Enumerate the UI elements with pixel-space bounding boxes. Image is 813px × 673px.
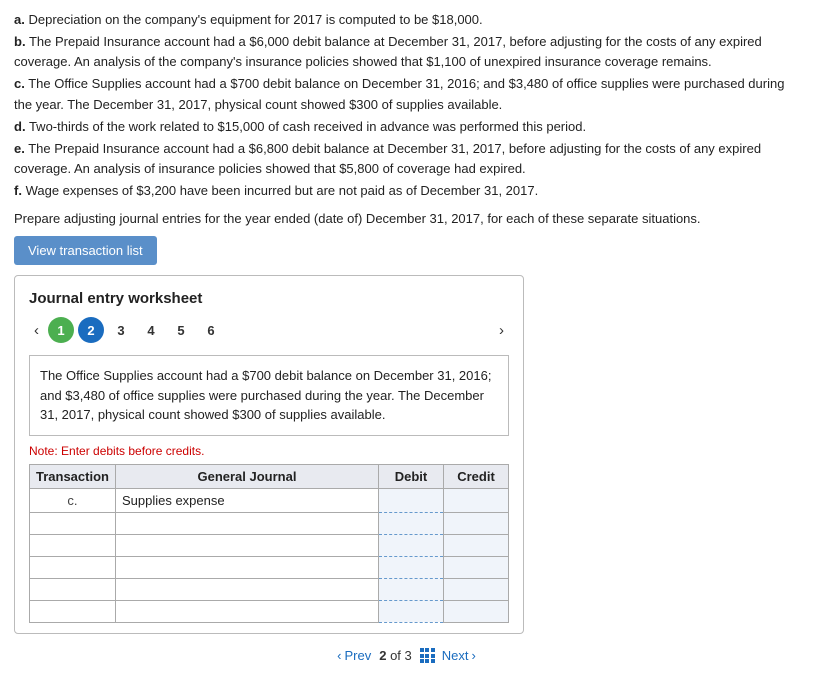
note-text: Note: Enter debits before credits. [29,444,509,458]
tab-row: ‹ 1 2 3 4 5 6 › [29,317,509,343]
tab-6-button[interactable]: 6 [198,317,224,343]
table-row [30,512,509,534]
cell-debit-3[interactable] [379,556,444,578]
journal-table: Transaction General Journal Debit Credit… [29,464,509,623]
intro-item-d: d. Two-thirds of the work related to $15… [14,117,799,137]
cell-credit-1[interactable] [444,512,509,534]
total-pages: 3 [405,648,412,663]
scenario-text: The Office Supplies account had a $700 d… [40,368,491,422]
table-row [30,534,509,556]
col-header-debit: Debit [379,464,444,488]
intro-label-f: f. [14,183,22,198]
intro-item-c: c. The Office Supplies account had a $70… [14,74,799,114]
intro-text-b: The Prepaid Insurance account had a $6,0… [14,34,762,69]
cell-transaction-5 [30,600,116,622]
cell-transaction-4 [30,578,116,600]
tab-prev-button[interactable]: ‹ [29,320,44,341]
cell-credit-4[interactable] [444,578,509,600]
intro-label-a: a. [14,12,25,27]
table-row [30,556,509,578]
cell-transaction-2 [30,534,116,556]
tab-4-button[interactable]: 4 [138,317,164,343]
col-header-general: General Journal [115,464,378,488]
intro-text-a: Depreciation on the company's equipment … [28,12,482,27]
intro-text-f: Wage expenses of $3,200 have been incurr… [26,183,539,198]
next-chevron-icon: › [472,648,476,663]
intro-label-e: e. [14,141,25,156]
cell-transaction-1 [30,512,116,534]
intro-item-f: f. Wage expenses of $3,200 have been inc… [14,181,799,201]
worksheet-container: Journal entry worksheet ‹ 1 2 3 4 5 6 › … [14,275,524,634]
cell-transaction-0: c. [30,488,116,512]
intro-label-b: b. [14,34,26,49]
cell-debit-4[interactable] [379,578,444,600]
prev-label: Prev [344,648,371,663]
table-row [30,600,509,622]
cell-debit-2[interactable] [379,534,444,556]
cell-general-5[interactable] [115,600,378,622]
cell-debit-5[interactable] [379,600,444,622]
table-row [30,578,509,600]
cell-general-0[interactable]: Supplies expense [115,488,378,512]
cell-general-3[interactable] [115,556,378,578]
current-page: 2 [379,648,386,663]
cell-credit-0[interactable] [444,488,509,512]
cell-credit-3[interactable] [444,556,509,578]
prev-button[interactable]: ‹ Prev [337,648,371,663]
tab-2-button[interactable]: 2 [78,317,104,343]
cell-general-2[interactable] [115,534,378,556]
tab-next-button[interactable]: › [494,320,509,341]
col-header-transaction: Transaction [30,464,116,488]
intro-text-e: The Prepaid Insurance account had a $6,8… [14,141,761,176]
cell-debit-1[interactable] [379,512,444,534]
col-header-credit: Credit [444,464,509,488]
view-transaction-list-button[interactable]: View transaction list [14,236,157,265]
next-label: Next [442,648,469,663]
cell-transaction-3 [30,556,116,578]
cell-credit-5[interactable] [444,600,509,622]
of-text: of [390,648,401,663]
next-button[interactable]: Next › [442,648,476,663]
tab-5-button[interactable]: 5 [168,317,194,343]
intro-text-d: Two-thirds of the work related to $15,00… [29,119,586,134]
prepare-text: Prepare adjusting journal entries for th… [14,211,799,226]
cell-general-4[interactable] [115,578,378,600]
cell-debit-0[interactable] [379,488,444,512]
worksheet-title: Journal entry worksheet [29,290,509,307]
intro-label-c: c. [14,76,25,91]
scenario-box: The Office Supplies account had a $700 d… [29,355,509,436]
page-info: 2 of 3 [379,648,412,663]
table-row: c.Supplies expense [30,488,509,512]
intro-text-c: The Office Supplies account had a $700 d… [14,76,784,111]
grid-icon [420,648,434,662]
cell-credit-2[interactable] [444,534,509,556]
intro-item-e: e. The Prepaid Insurance account had a $… [14,139,799,179]
intro-list: a. Depreciation on the company's equipme… [14,10,799,201]
cell-general-1[interactable] [115,512,378,534]
intro-item-b: b. The Prepaid Insurance account had a $… [14,32,799,72]
tab-3-button[interactable]: 3 [108,317,134,343]
intro-label-d: d. [14,119,26,134]
prev-chevron-icon: ‹ [337,648,341,663]
intro-item-a: a. Depreciation on the company's equipme… [14,10,799,30]
grid-icon-button[interactable] [420,648,434,662]
tab-1-button[interactable]: 1 [48,317,74,343]
pagination: ‹ Prev 2 of 3 Next › [14,648,799,663]
